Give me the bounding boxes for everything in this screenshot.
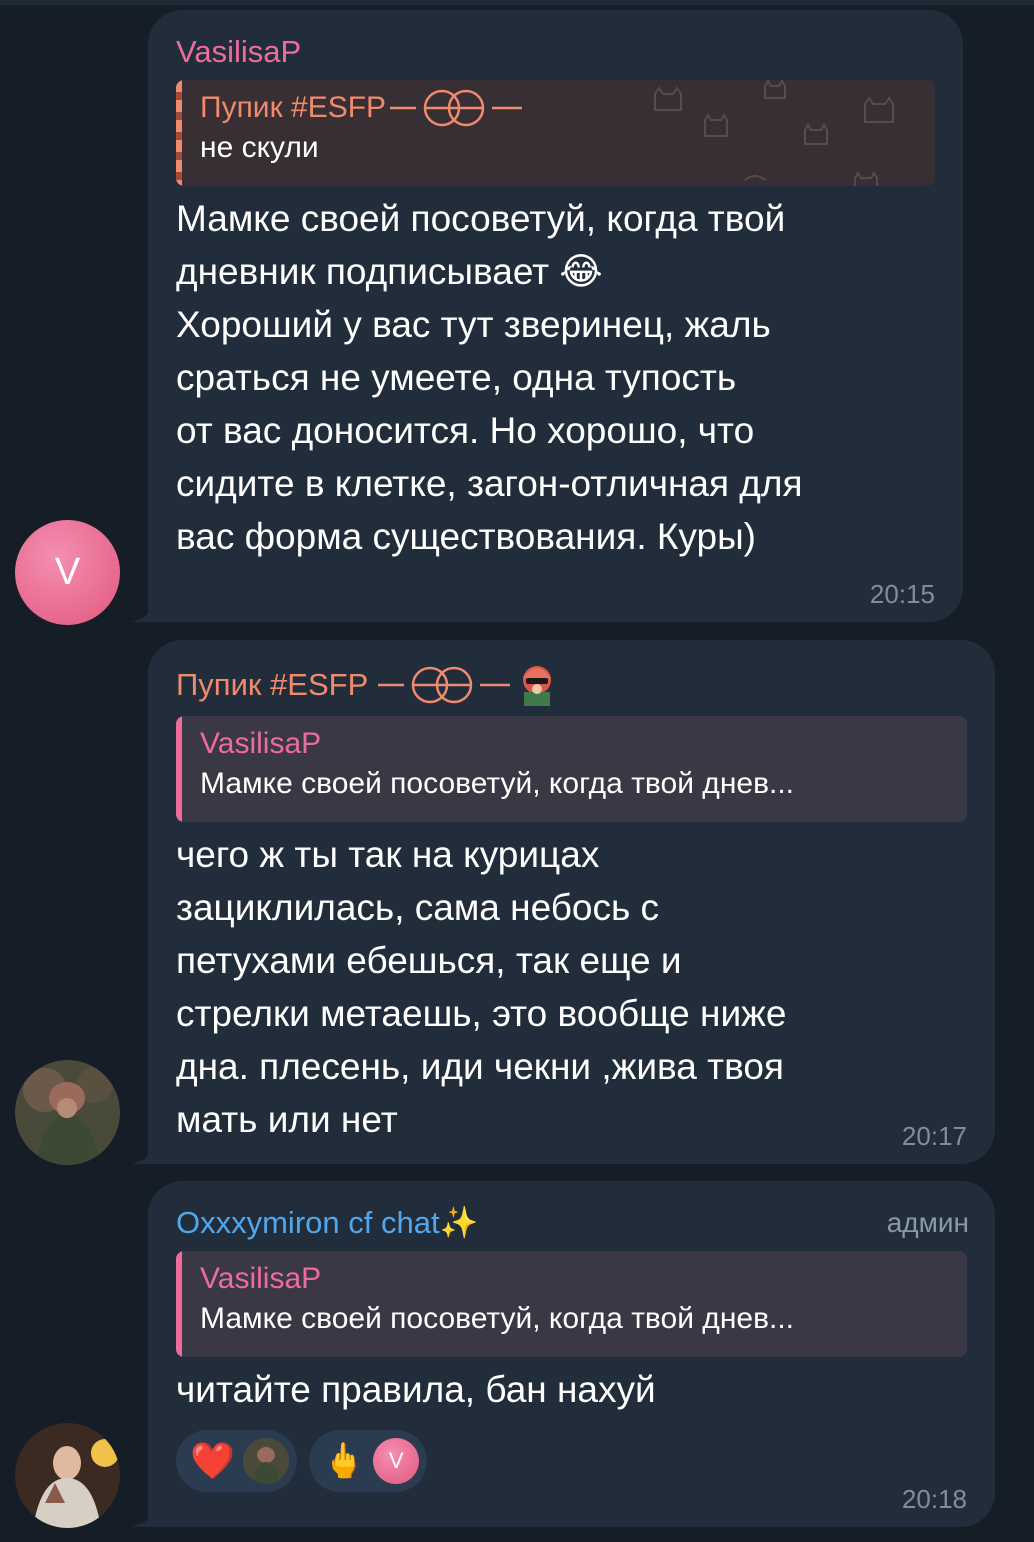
message-line: дна. плесень, иди чекни ,жива твоя — [176, 1046, 784, 1087]
user-photo — [15, 1060, 120, 1165]
sender-name[interactable]: VasilisaP — [176, 32, 935, 72]
message-time: 20:17 — [901, 1121, 967, 1151]
message-line: Хороший у вас тут зверинец, жаль — [176, 304, 771, 345]
reaction-heart[interactable]: ❤️ — [176, 1430, 297, 1492]
reply-text: Мамке своей посоветуй, когда твой днев..… — [200, 767, 795, 800]
message-text: Мамке своей посоветуй, когда твой дневни… — [176, 192, 935, 563]
avatar-letter: V — [388, 1448, 404, 1473]
top-divider — [0, 0, 1034, 5]
reaction-middle-finger[interactable]: 🖕 V — [308, 1430, 428, 1492]
message-line: сидите в клетке, загон-отличная для — [176, 463, 803, 504]
sender-name[interactable]: Oxxxymiron cf chat✨ — [176, 1203, 967, 1243]
reply-text: не скули — [200, 131, 319, 164]
user-photo — [15, 1423, 120, 1528]
message-line: стрелки метаешь, это вообще ниже — [176, 993, 787, 1034]
reply-sender: Пупик #ESFP — [200, 88, 917, 128]
avatar[interactable]: V — [15, 520, 120, 625]
message-text: читайте правила, бан нахуй — [176, 1363, 967, 1416]
sticker-emoji-icon — [523, 666, 552, 706]
message-line: Мамке своей посоветуй, когда твой — [176, 198, 786, 239]
reaction-user-avatar — [242, 1438, 289, 1484]
message-line: сраться не умеете, одна тупость — [176, 357, 737, 398]
message-bubble[interactable]: Oxxxymiron cf chat✨ админ VasilisaP Мамк… — [148, 1181, 995, 1527]
admin-badge: админ — [886, 1207, 969, 1238]
avatar[interactable] — [15, 1423, 120, 1528]
reactions-bar: ❤️ 🖕 V — [176, 1430, 967, 1492]
avatar[interactable] — [15, 1060, 120, 1165]
message-line: мать или нет — [176, 1099, 398, 1140]
reply-quote[interactable]: VasilisaP Мамке своей посоветуй, когда т… — [176, 1251, 967, 1357]
reply-quote[interactable]: VasilisaP Мамке своей посоветуй, когда т… — [176, 716, 967, 822]
avatar-letter: V — [54, 551, 81, 593]
message-time: 20:15 — [869, 579, 935, 609]
message-line: от вас доносится. Но хорошо, что — [176, 410, 755, 451]
message-line: петухами ебешься, так еще и — [176, 940, 682, 981]
reply-sender: VasilisaP — [200, 1262, 322, 1295]
heart-icon: ❤️ — [190, 1440, 235, 1481]
message-line: зациклилась, сама небось с — [176, 887, 660, 928]
rings-emblem-icon — [378, 666, 511, 704]
reaction-user-avatar: V — [373, 1438, 420, 1484]
reply-sender: VasilisaP — [200, 727, 322, 760]
reply-quote[interactable]: Пупик #ESFP не скули — [176, 80, 935, 186]
sender-name[interactable]: Пупик #ESFP — [176, 662, 967, 708]
message-line: читайте правила, бан нахуй — [176, 1369, 656, 1410]
rings-emblem-icon — [390, 89, 523, 127]
message-time: 20:18 — [901, 1484, 967, 1514]
message-line: вас форма существования. Куры) — [176, 516, 757, 557]
message-bubble[interactable]: VasilisaP Пупик #ESFP не скули Мамке сво… — [148, 10, 963, 622]
reply-text: Мамке своей посоветуй, когда твой днев..… — [200, 1302, 795, 1335]
middle-finger-icon: 🖕 — [322, 1442, 366, 1480]
message-bubble[interactable]: Пупик #ESFP VasilisaP Мамке своей посове… — [148, 640, 995, 1164]
message-line: дневник подписывает 😂 — [176, 251, 603, 292]
message-text: чего ж ты так на курицах зациклилась, са… — [176, 828, 967, 1146]
message-line: чего ж ты так на курицах — [176, 834, 600, 875]
